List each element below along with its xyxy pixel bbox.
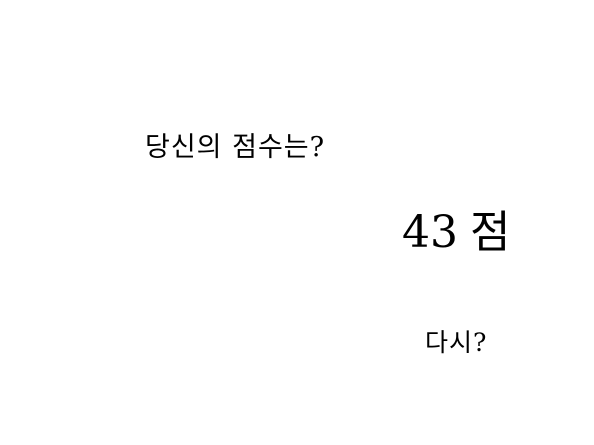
score-question: 당신의 점수는?	[145, 132, 326, 163]
score-value: 43	[402, 207, 458, 258]
retry-button[interactable]: 다시?	[425, 326, 487, 360]
score-screen: 당신의 점수는? 43 점 다시?	[0, 0, 594, 445]
score-display: 43 점	[402, 205, 510, 261]
score-unit: 점	[470, 207, 511, 258]
